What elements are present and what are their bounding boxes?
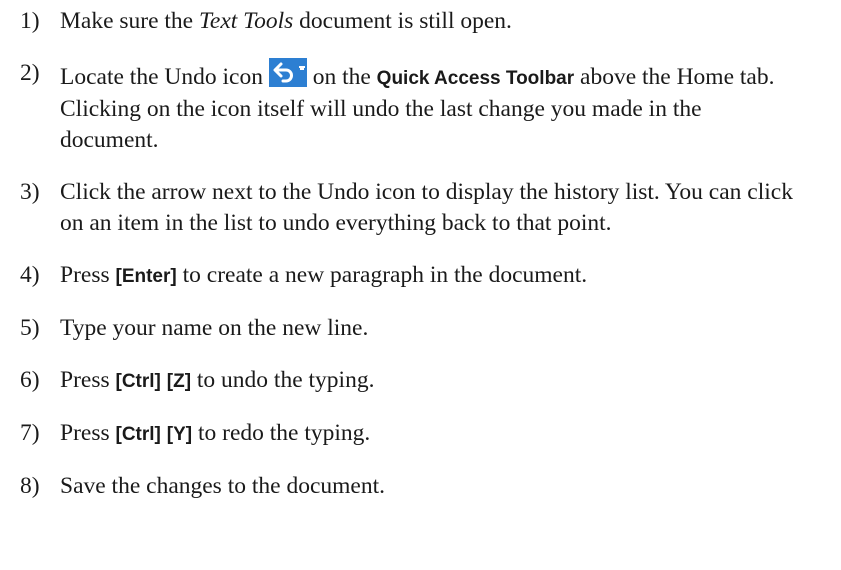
- step-number: 8): [20, 473, 40, 499]
- step-number: 4): [20, 262, 40, 288]
- step-text: Click the arrow next to the Undo icon to…: [60, 179, 793, 236]
- step-text: Press: [60, 367, 116, 393]
- instruction-steps: 1) Make sure the Text Tools document is …: [0, 0, 841, 502]
- step-8: 8) Save the changes to the document.: [0, 471, 800, 502]
- undo-arrow-icon: [273, 62, 293, 83]
- step-text: to create a new paragraph in the documen…: [176, 262, 588, 288]
- chevron-down-icon: [298, 66, 305, 70]
- step-text: Press: [60, 420, 116, 446]
- ctrl-key-label: [Ctrl]: [115, 424, 161, 445]
- step-number: 5): [20, 315, 40, 341]
- step-text: document is still open.: [293, 8, 512, 34]
- enter-key-label: [Enter]: [115, 266, 177, 287]
- ctrl-key-label: [Ctrl]: [115, 371, 161, 392]
- step-number: 6): [20, 367, 40, 393]
- step-7: 7) Press [Ctrl] [Y] to redo the typing.: [0, 418, 800, 450]
- step-text: to redo the typing.: [192, 420, 371, 446]
- undo-icon: [268, 58, 307, 87]
- step-text: Type your name on the new line.: [60, 315, 369, 341]
- step-text: Save the changes to the document.: [60, 473, 385, 499]
- step-text: to undo the typing.: [191, 367, 375, 393]
- step-text: Locate the Undo icon: [60, 64, 269, 90]
- step-text: Press: [60, 262, 116, 288]
- y-key-label: [Y]: [166, 424, 193, 445]
- z-key-label: [Z]: [166, 371, 192, 392]
- quick-access-toolbar-label: Quick Access Toolbar: [376, 68, 575, 89]
- step-4: 4) Press [Enter] to create a new paragra…: [0, 260, 800, 292]
- step-number: 7): [20, 420, 40, 446]
- step-1: 1) Make sure the Text Tools document is …: [0, 6, 800, 37]
- step-number: 2): [20, 60, 40, 86]
- step-number: 3): [20, 179, 40, 205]
- step-number: 1): [20, 8, 40, 34]
- step-6: 6) Press [Ctrl] [Z] to undo the typing.: [0, 365, 800, 397]
- step-3: 3) Click the arrow next to the Undo icon…: [0, 177, 800, 239]
- step-2: 2) Locate the Undo icon on the Quick Acc…: [0, 58, 800, 156]
- step-5: 5) Type your name on the new line.: [0, 313, 800, 344]
- step-text: on the: [306, 64, 377, 90]
- step-text: Make sure the: [60, 8, 199, 34]
- document-name: Text Tools: [199, 8, 294, 34]
